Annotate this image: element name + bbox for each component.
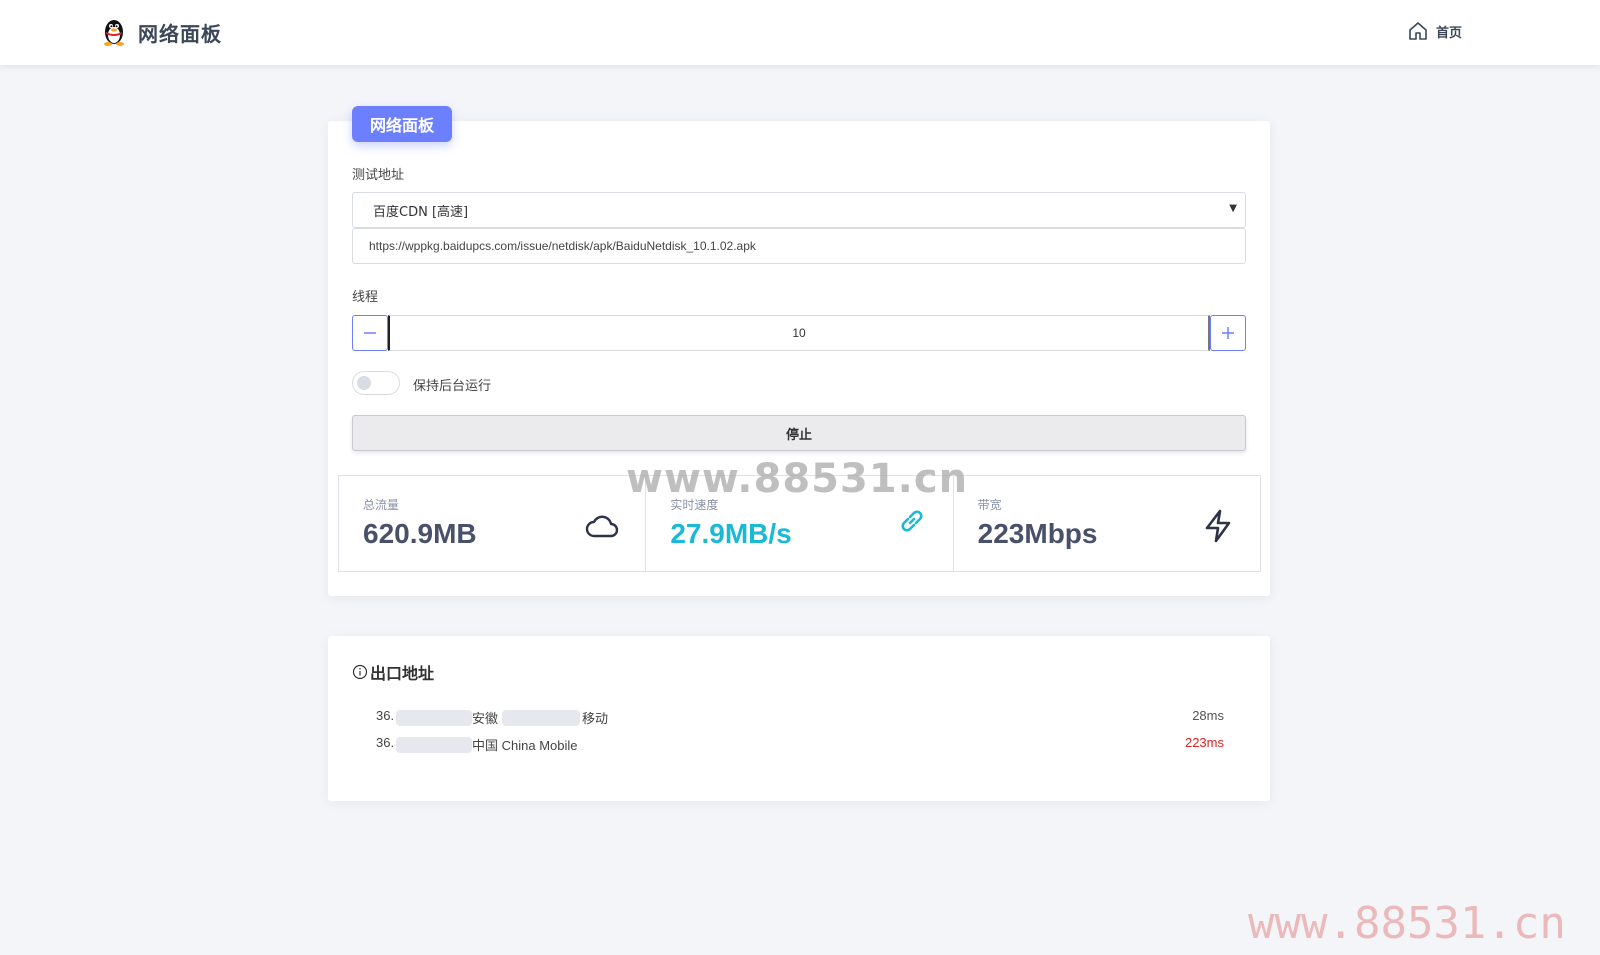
home-icon [1409,22,1427,40]
threads-decrement-button[interactable] [352,315,388,351]
brand[interactable]: 网络面板 [100,17,222,47]
watermark-corner: www.88531.cn [1248,898,1566,949]
minus-icon [364,332,376,334]
watermark-center: www.88531.cn [626,456,969,502]
stat-label: 总流量 [363,498,400,512]
keep-background-label: 保持后台运行 [413,379,492,394]
exit-row: 36. 中国 China Mobile 223ms [376,735,1224,755]
exit-row: 36. 安徽 移动 28ms [376,708,1224,728]
stat-label: 带宽 [977,498,1002,512]
isp: 移动 [582,711,609,726]
plus-icon [1222,327,1234,339]
keep-background-toggle[interactable] [352,371,400,395]
lightning-icon [1205,509,1231,543]
stat-bandwidth: 带宽 223Mbps [952,475,1261,572]
stat-value: 223Mbps [977,518,1098,549]
blurred-ip [396,710,472,726]
info-icon [352,664,368,680]
stat-total-traffic: 总流量 620.9MB [338,475,647,572]
blurred-ip [396,737,472,753]
location: 中国 China Mobile [472,738,578,753]
ip-prefix: 36. [376,708,395,723]
threads-label: 线程 [352,290,379,305]
caret-down-icon: ▼ [1229,203,1237,214]
toggle-knob [357,376,371,390]
nav-home-link[interactable]: 首页 [1408,21,1462,41]
location: 安徽 [472,711,499,726]
threads-increment-button[interactable] [1210,315,1246,351]
panel-tab: 网络面板 [352,106,452,142]
selected-source: 百度CDN [高速] [373,204,469,220]
latency: 223ms [1184,735,1224,750]
top-navbar: 网络面板 首页 [0,0,1600,65]
app-title: 网络面板 [138,21,222,46]
exit-address-title: 出口地址 [352,660,434,684]
exit-title-text: 出口地址 [370,664,435,683]
qq-penguin-logo [104,20,124,46]
stat-value: 620.9MB [363,518,477,549]
ip-prefix: 36. [376,735,395,750]
threads-input[interactable] [388,315,1210,351]
test-source-select[interactable]: 百度CDN [高速] ▼ [352,192,1246,228]
blurred-region [502,710,580,726]
link-icon [901,510,923,532]
stat-value: 27.9MB/s [670,518,792,549]
latency: 28ms [1192,708,1224,723]
test-address-label: 测试地址 [352,168,405,183]
nav-home-label: 首页 [1436,25,1463,41]
stop-button[interactable]: 停止 [352,415,1246,451]
cloud-icon [586,515,619,538]
test-url-input[interactable] [352,228,1246,264]
